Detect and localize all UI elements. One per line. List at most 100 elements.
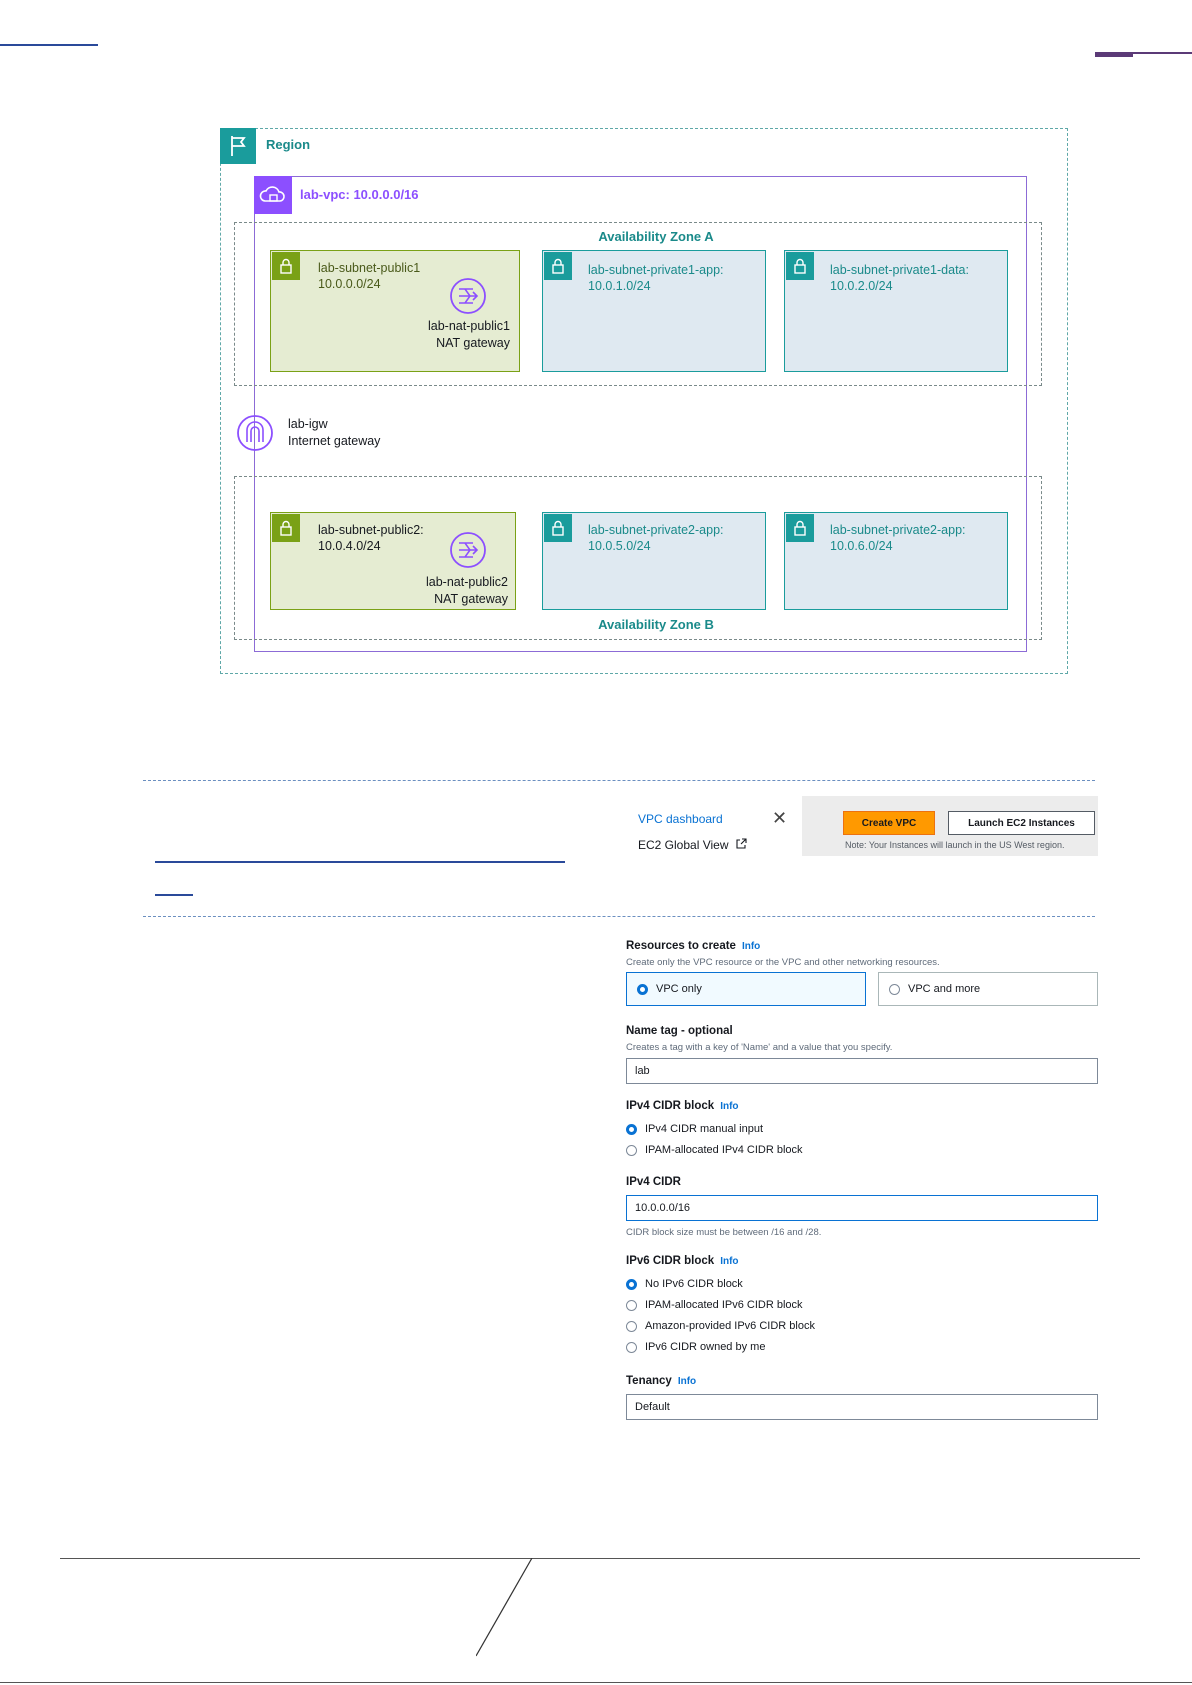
ipv4-block-label-text: IPv4 CIDR block	[626, 1100, 715, 1112]
resources-info-link[interactable]: Info	[742, 941, 760, 952]
vpc-cloud-icon	[254, 176, 292, 214]
subnet-name: lab-subnet-private1-app:	[588, 263, 724, 277]
name-tag-label: Name tag - optional	[626, 1025, 733, 1037]
nat-name: lab-nat-public1	[428, 319, 510, 333]
region-note: Note: Your Instances will launch in the …	[845, 840, 1065, 850]
subnet-cidr: 10.0.0.0/24	[318, 277, 381, 291]
nat-gateway-public1-text: lab-nat-public1 NAT gateway	[400, 318, 510, 352]
vpc-dashboard-link[interactable]: VPC dashboard	[638, 812, 723, 826]
subnet-private2-data-text: lab-subnet-private2-app: 10.0.6.0/24	[830, 522, 966, 554]
ipv6-block-label-text: IPv6 CIDR block	[626, 1255, 715, 1267]
nat-type: NAT gateway	[436, 336, 510, 350]
ipv6-none-radio[interactable]: No IPv6 CIDR block	[626, 1278, 743, 1290]
az-a-label: Availability Zone A	[598, 229, 714, 244]
radio-unselected	[626, 1341, 637, 1353]
radio-unselected	[626, 1299, 637, 1311]
radio-selected	[637, 983, 648, 995]
name-tag-description: Creates a tag with a key of 'Name' and a…	[626, 1042, 893, 1053]
tenancy-info-link[interactable]: Info	[678, 1376, 696, 1387]
tenancy-label: Tenancy Info	[626, 1375, 696, 1387]
option-vpc-and-more[interactable]: VPC and more	[878, 972, 1098, 1006]
close-icon[interactable]: ✕	[772, 808, 787, 829]
ipv6-amazon-radio[interactable]: Amazon-provided IPv6 CIDR block	[626, 1320, 815, 1332]
subnet-name: lab-subnet-private1-data:	[830, 263, 969, 277]
option-label: VPC only	[656, 983, 702, 995]
nat-gateway-public2-text: lab-nat-public2 NAT gateway	[398, 574, 508, 608]
resources-label: Resources to create Info	[626, 940, 760, 952]
lock-icon	[786, 252, 814, 280]
tenancy-select[interactable]: Default	[626, 1394, 1098, 1420]
lock-icon	[544, 252, 572, 280]
radio-selected	[626, 1123, 637, 1135]
external-link-icon	[736, 838, 747, 852]
ipv4-manual-radio[interactable]: IPv4 CIDR manual input	[626, 1123, 763, 1135]
region-label: Region	[266, 137, 311, 152]
name-tag-input[interactable]: lab	[626, 1058, 1098, 1084]
subnet-cidr: 10.0.2.0/24	[830, 279, 893, 293]
footer-rule	[60, 1558, 1140, 1559]
create-vpc-button[interactable]: Create VPC	[843, 811, 935, 835]
internet-gateway-icon	[236, 414, 274, 452]
tenancy-label-text: Tenancy	[626, 1375, 672, 1387]
region-flag-icon	[220, 128, 256, 164]
radio-label: IPv6 CIDR owned by me	[645, 1341, 766, 1353]
launch-ec2-instances-button[interactable]: Launch EC2 Instances	[948, 811, 1095, 835]
header-rule-right-accent	[1095, 52, 1133, 57]
lock-icon	[544, 514, 572, 542]
resources-description: Create only the VPC resource or the VPC …	[626, 957, 940, 968]
subnet-private1-app-text: lab-subnet-private1-app: 10.0.1.0/24	[588, 262, 724, 294]
subnet-name: lab-subnet-private2-app:	[830, 523, 966, 537]
ipv4-cidr-label: IPv4 CIDR	[626, 1176, 681, 1188]
resources-label-text: Resources to create	[626, 940, 736, 952]
subnet-name: lab-subnet-public1	[318, 261, 421, 275]
header-rule-left	[0, 44, 98, 46]
lock-icon	[272, 514, 300, 542]
radio-selected	[626, 1278, 637, 1290]
ipv4-cidr-input[interactable]: 10.0.0.0/16	[626, 1195, 1098, 1221]
option-vpc-only[interactable]: VPC only	[626, 972, 866, 1006]
lock-icon	[272, 252, 300, 280]
subnet-public1-text: lab-subnet-public1 10.0.0.0/24	[318, 260, 420, 292]
internet-gateway-text: lab-igw Internet gateway	[288, 416, 380, 450]
divider-top	[143, 780, 1095, 781]
subnet-cidr: 10.0.1.0/24	[588, 279, 651, 293]
subnet-name: lab-subnet-private2-app:	[588, 523, 724, 537]
radio-label: IPv4 CIDR manual input	[645, 1123, 763, 1135]
radio-unselected	[626, 1320, 637, 1332]
ipv6-info-link[interactable]: Info	[720, 1256, 738, 1267]
ipv4-ipam-radio[interactable]: IPAM-allocated IPv4 CIDR block	[626, 1144, 803, 1156]
az-b-label: Availability Zone B	[598, 617, 714, 632]
ipv4-cidr-hint: CIDR block size must be between /16 and …	[626, 1227, 822, 1238]
footer-slash	[475, 1557, 536, 1658]
subnet-cidr: 10.0.4.0/24	[318, 539, 381, 553]
ipv4-info-link[interactable]: Info	[720, 1101, 738, 1112]
subnet-cidr: 10.0.5.0/24	[588, 539, 651, 553]
link-underline-short	[155, 894, 193, 896]
lock-icon	[786, 514, 814, 542]
subnet-cidr: 10.0.6.0/24	[830, 539, 893, 553]
subnet-public2-text: lab-subnet-public2: 10.0.4.0/24	[318, 522, 424, 554]
nat-type: NAT gateway	[434, 592, 508, 606]
vpc-label: lab-vpc: 10.0.0.0/16	[300, 187, 419, 202]
link-underline	[155, 861, 565, 863]
igw-type: Internet gateway	[288, 434, 381, 448]
page-bottom-rule	[0, 1682, 1192, 1683]
radio-unselected	[889, 983, 900, 995]
igw-name: lab-igw	[288, 417, 328, 431]
ipv6-block-label: IPv6 CIDR block Info	[626, 1255, 739, 1267]
radio-label: IPAM-allocated IPv4 CIDR block	[645, 1144, 803, 1156]
radio-label: IPAM-allocated IPv6 CIDR block	[645, 1299, 803, 1311]
option-label: VPC and more	[908, 983, 981, 995]
radio-label: Amazon-provided IPv6 CIDR block	[645, 1320, 815, 1332]
radio-unselected	[626, 1144, 637, 1156]
subnet-name: lab-subnet-public2:	[318, 523, 424, 537]
divider-bottom	[143, 916, 1095, 917]
ipv4-block-label: IPv4 CIDR block Info	[626, 1100, 739, 1112]
ec2-global-view-link[interactable]: EC2 Global View	[638, 838, 747, 852]
nat-gateway-icon	[448, 530, 488, 570]
nat-gateway-icon	[448, 276, 488, 316]
subnet-private2-app-text: lab-subnet-private2-app: 10.0.5.0/24	[588, 522, 724, 554]
subnet-private1-data-text: lab-subnet-private1-data: 10.0.2.0/24	[830, 262, 969, 294]
ipv6-ipam-radio[interactable]: IPAM-allocated IPv6 CIDR block	[626, 1299, 803, 1311]
ipv6-owned-radio[interactable]: IPv6 CIDR owned by me	[626, 1341, 765, 1353]
